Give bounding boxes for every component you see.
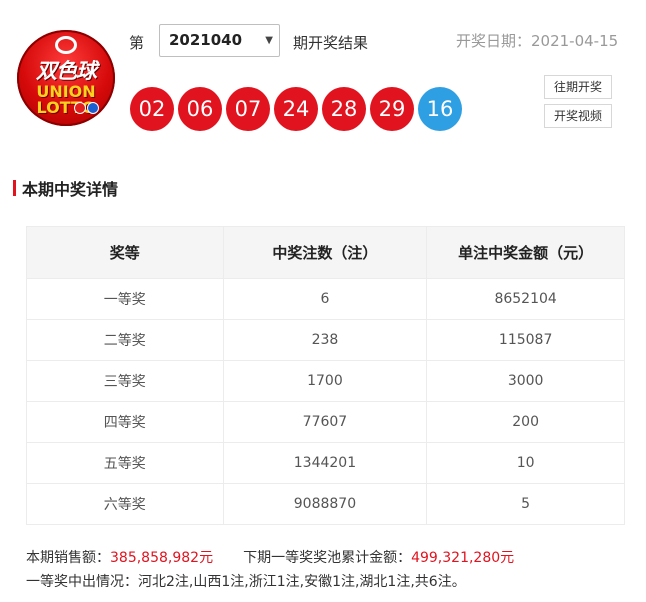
winner-count: 6 <box>222 278 428 320</box>
red-ball: 28 <box>322 87 366 131</box>
issue-select[interactable]: 2021040 ▼ <box>159 24 280 57</box>
section-title: 本期中奖详情 <box>22 180 119 199</box>
prize-amount: 8652104 <box>426 278 625 320</box>
winner-count: 77607 <box>222 401 428 443</box>
table-row: 二等奖 238 115087 <box>26 319 625 361</box>
sales-label: 本期销售额： <box>26 550 110 566</box>
history-draws-button[interactable]: 往期开奖 <box>544 75 612 99</box>
header-amount: 单注中奖金额（元） <box>426 226 625 279</box>
prize-level: 三等奖 <box>26 360 224 402</box>
pool-label: 下期一等奖奖池累计金额： <box>243 550 412 566</box>
logo-cn-text: 双色球 <box>36 59 97 83</box>
header-count: 中奖注数（注） <box>222 226 428 279</box>
winner-count: 238 <box>222 319 428 361</box>
table-row: 五等奖 1344201 10 <box>26 442 625 484</box>
first-prize-distribution: 一等奖中出情况：河北2注,山西1注,浙江1注,安徽1注,湖北1注,共6注。 <box>26 574 466 590</box>
table-row: 六等奖 9088870 5 <box>26 483 625 525</box>
winner-count: 1344201 <box>222 442 428 484</box>
prize-amount: 10 <box>426 442 625 484</box>
header-level: 奖等 <box>26 226 224 279</box>
prize-level: 四等奖 <box>26 401 224 443</box>
prize-amount: 115087 <box>426 319 625 361</box>
red-ball: 07 <box>226 87 270 131</box>
logo-en-line2: LOTTO <box>36 98 96 117</box>
red-ball: 24 <box>274 87 318 131</box>
red-ball: 06 <box>178 87 222 131</box>
winning-numbers: 02 06 07 24 28 29 16 <box>130 87 462 131</box>
table-header-row: 奖等 中奖注数（注） 单注中奖金额（元） <box>26 226 625 279</box>
red-ball-icon <box>74 102 86 114</box>
union-lotto-logo: 双色球 UNION LOTTO <box>17 30 115 126</box>
welfare-lottery-mark-icon <box>55 36 77 54</box>
prize-table: 奖等 中奖注数（注） 单注中奖金额（元） 一等奖 6 8652104 二等奖 2… <box>26 226 625 525</box>
draw-video-button[interactable]: 开奖视频 <box>544 104 612 128</box>
section-accent-bar <box>13 180 16 196</box>
issue-select-value: 2021040 <box>169 31 243 49</box>
section-heading: 本期中奖详情 <box>13 177 118 199</box>
draw-date: 开奖日期：2021-04-15 <box>456 32 619 50</box>
sales-value: 385,858,982元 <box>110 550 214 566</box>
pool-value: 499,321,280元 <box>411 550 515 566</box>
table-row: 三等奖 1700 3000 <box>26 360 625 402</box>
prize-level: 五等奖 <box>26 442 224 484</box>
sales-summary: 本期销售额：385,858,982元 下期一等奖奖池累计金额：499,321,28… <box>26 547 514 567</box>
prize-level: 一等奖 <box>26 278 224 320</box>
table-row: 四等奖 77607 200 <box>26 401 625 443</box>
prize-amount: 3000 <box>426 360 625 402</box>
red-ball: 29 <box>370 87 414 131</box>
issue-prefix-label: 第 <box>129 34 145 52</box>
issue-suffix-label: 期开奖结果 <box>293 34 369 52</box>
red-ball: 02 <box>130 87 174 131</box>
table-row: 一等奖 6 8652104 <box>26 278 625 320</box>
winner-count: 9088870 <box>222 483 428 525</box>
prize-amount: 200 <box>426 401 625 443</box>
blue-ball: 16 <box>418 87 462 131</box>
prize-level: 六等奖 <box>26 483 224 525</box>
chevron-down-icon: ▼ <box>265 35 273 46</box>
winner-count: 1700 <box>222 360 428 402</box>
prize-amount: 5 <box>426 483 625 525</box>
prize-level: 二等奖 <box>26 319 224 361</box>
blue-ball-icon <box>87 102 99 114</box>
